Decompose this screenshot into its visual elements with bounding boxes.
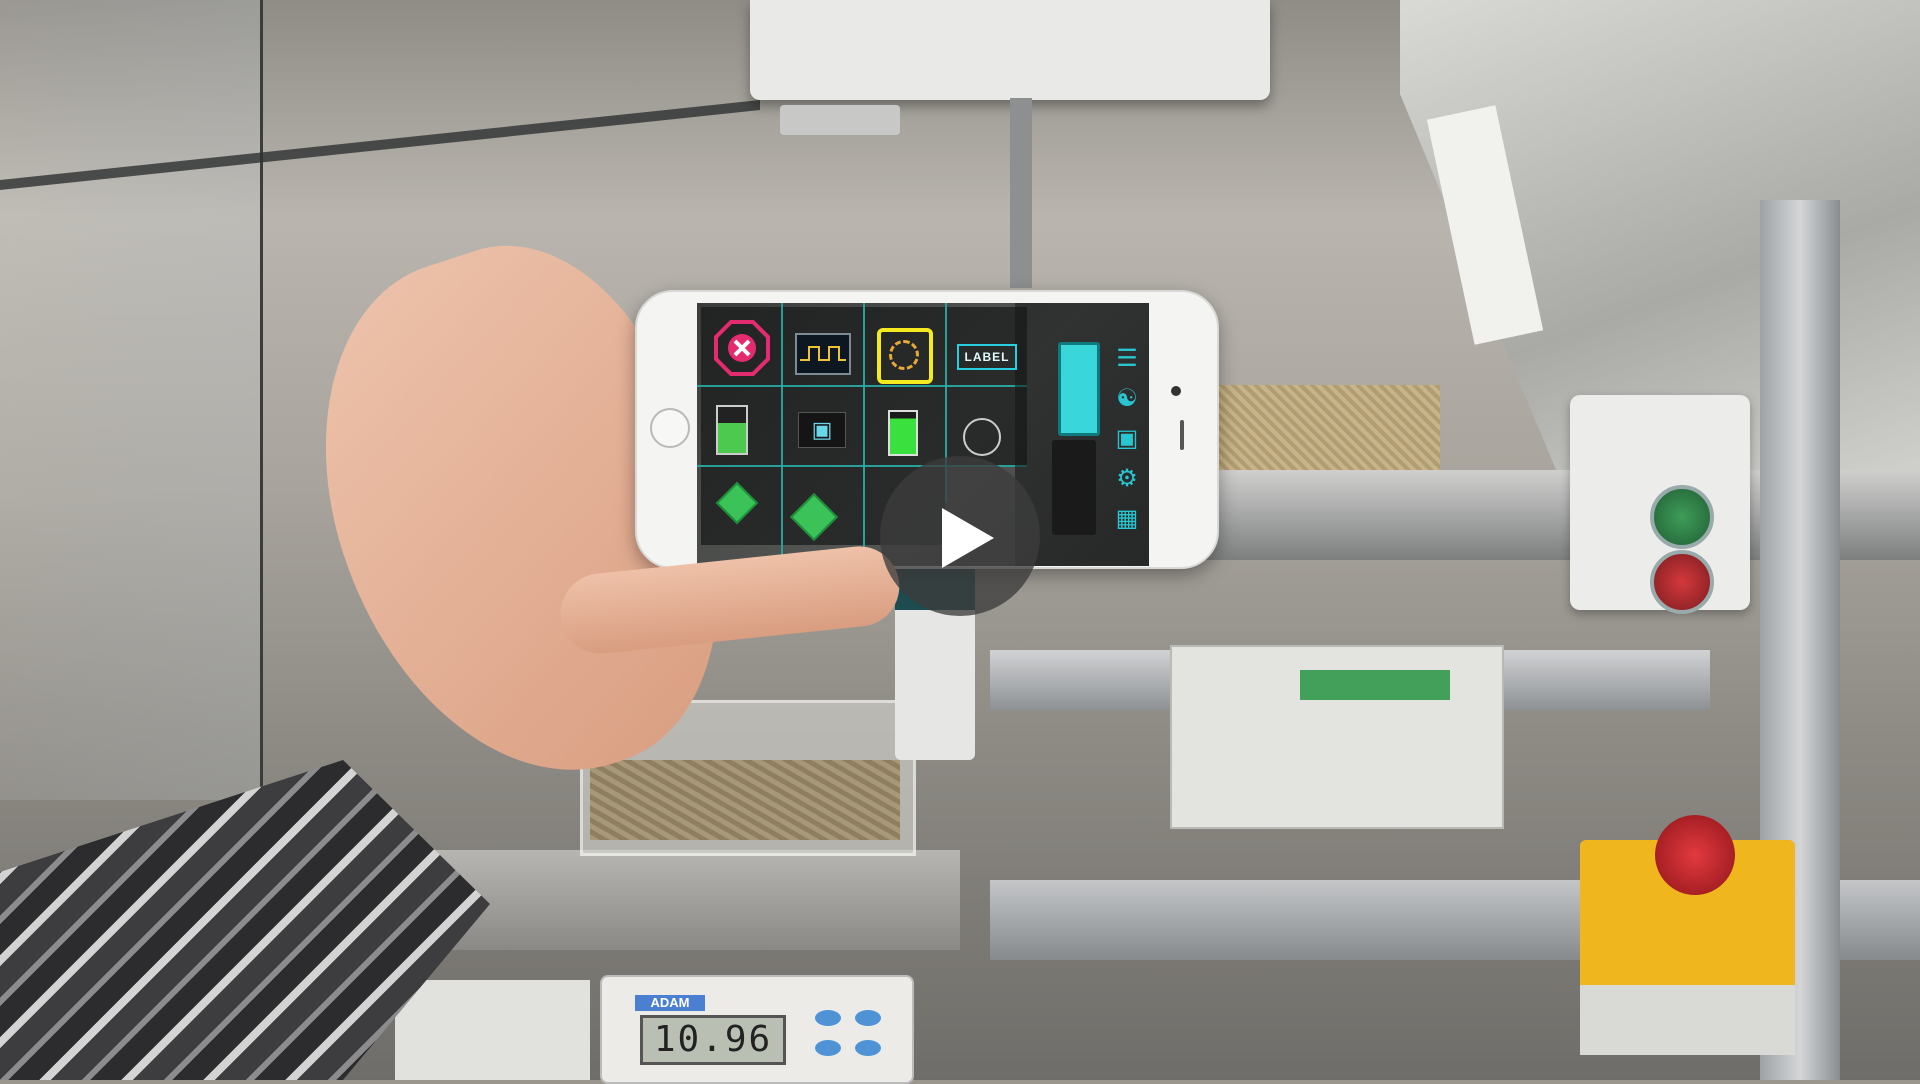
home-button[interactable] [650, 408, 690, 448]
emergency-stop-base [1580, 985, 1795, 1055]
cube-frame-icon[interactable]: ▦ [1112, 504, 1142, 534]
scale-display: 10.96 [640, 1015, 786, 1065]
play-icon [942, 508, 994, 568]
scale-brand-label: ADAM [635, 995, 705, 1011]
box-icon[interactable]: ▣ [1112, 424, 1142, 454]
waveform-icon [800, 346, 846, 361]
nodes-icon[interactable]: ☯ [1112, 384, 1142, 414]
front-camera [1171, 386, 1181, 396]
battery-icon[interactable] [888, 410, 918, 456]
overhead-monitor [750, 0, 1270, 100]
scale-keypad [815, 1010, 895, 1070]
circle-button-icon[interactable] [963, 418, 1001, 456]
cube-icon[interactable]: ▣ [798, 412, 846, 448]
start-button[interactable] [1650, 485, 1714, 549]
monitor-stand [1010, 98, 1032, 288]
scale-key[interactable] [815, 1010, 841, 1026]
slider-inactive[interactable] [1052, 440, 1096, 535]
label-widget[interactable]: LABEL [957, 344, 1017, 370]
grid-line [697, 385, 1027, 387]
scale-key[interactable] [855, 1040, 881, 1056]
grain-in-bin [590, 760, 900, 840]
slider-active[interactable] [1058, 342, 1100, 436]
scale-key[interactable] [855, 1010, 881, 1026]
loading-icon [889, 340, 919, 370]
earpiece-speaker [1180, 420, 1184, 450]
emergency-stop-button[interactable] [1655, 815, 1735, 895]
oscilloscope-widget[interactable] [795, 333, 851, 375]
level-meter-widget[interactable] [716, 405, 748, 455]
list-icon[interactable]: ☰ [1112, 344, 1142, 374]
plc-terminal-block [1300, 670, 1450, 700]
steel-table [420, 850, 960, 950]
gear-icon[interactable]: ⚙ [1112, 464, 1142, 494]
stop-octagon-icon[interactable] [714, 320, 770, 376]
grid-line [781, 303, 783, 566]
stop-button[interactable] [1650, 550, 1714, 614]
scale-key[interactable] [815, 1040, 841, 1056]
monitor-bracket [780, 105, 900, 135]
glass-wall [0, 0, 263, 800]
grid-line [863, 303, 865, 566]
lower-plc-modules [395, 980, 590, 1080]
